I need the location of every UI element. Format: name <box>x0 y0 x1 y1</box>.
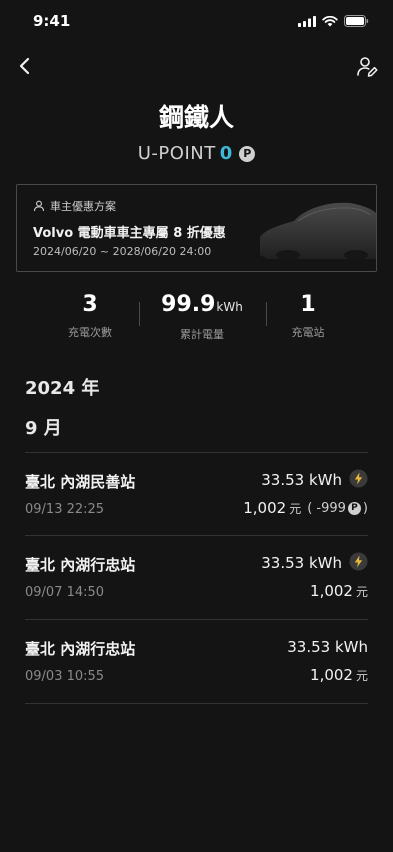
points-row: U-POINT 0 P <box>0 143 393 164</box>
list-divider <box>25 703 368 704</box>
record-time: 09/03 10:55 <box>25 669 105 684</box>
signal-icon <box>298 15 316 27</box>
status-time: 9:41 <box>33 12 71 30</box>
month-heading: 9 月 <box>25 418 62 439</box>
status-icons <box>298 15 369 27</box>
record-price: 1,002 元 ( -999 P ) <box>243 499 368 517</box>
user-icon <box>33 200 45 212</box>
status-bar: 9:41 <box>0 0 393 44</box>
record-price-value: 1,002 <box>310 666 353 684</box>
year-heading: 2024 年 <box>25 378 100 399</box>
stat-value: 3 <box>82 292 98 317</box>
record-price: 1,002 元 <box>310 582 368 600</box>
record-energy: 33.53 kWh <box>261 471 342 489</box>
promo-title: Volvo 電動車車主專屬 8 折優惠 <box>33 226 226 241</box>
stat-value: 99.9 <box>161 292 216 317</box>
stat-divider <box>139 302 140 326</box>
promo-header: 車主優惠方案 <box>33 198 116 214</box>
points-badge-icon: P <box>239 145 256 162</box>
record-price-value: 1,002 <box>243 499 287 517</box>
discount-value: ( -999 <box>307 500 346 516</box>
stat-total-energy: 99.9kWh 累計電量 <box>147 292 257 342</box>
charging-record[interactable]: 臺北 內湖民善站 09/13 22:25 33.53 kWh 1,002 元 (… <box>25 452 368 536</box>
fast-charge-bolt-icon <box>349 552 368 571</box>
record-station: 臺北 內湖行忠站 <box>25 640 136 658</box>
record-energy: 33.53 kWh <box>261 554 342 572</box>
record-points-discount: ( -999 P ) <box>307 501 368 516</box>
record-price-unit: 元 <box>355 584 368 599</box>
stat-label: 充電次數 <box>68 326 112 339</box>
record-energy: 33.53 kWh <box>287 638 368 656</box>
stat-unit: kWh <box>216 300 243 314</box>
stat-station-count: 1 充電站 <box>253 292 363 340</box>
stat-value: 1 <box>300 292 316 317</box>
charging-stats: 3 充電次數 99.9kWh 累計電量 1 充電站 <box>0 292 393 342</box>
car-image <box>260 202 376 260</box>
discount-close: ) <box>362 500 368 516</box>
record-time: 09/07 14:50 <box>25 585 105 600</box>
promo-header-label: 車主優惠方案 <box>50 200 116 213</box>
charging-record[interactable]: 臺北 內湖行忠站 09/03 10:55 33.53 kWh 1,002 元 <box>25 619 368 703</box>
wifi-icon <box>322 15 338 26</box>
user-name: 鋼鐵人 <box>158 103 234 132</box>
stat-label: 充電站 <box>291 326 325 339</box>
charging-record[interactable]: 臺北 內湖行忠站 09/07 14:50 33.53 kWh 1,002 元 <box>25 535 368 619</box>
points-value: 0 <box>219 143 233 164</box>
points-badge-icon: P <box>347 501 361 515</box>
battery-icon <box>344 15 369 27</box>
points-label: U-POINT <box>137 143 216 164</box>
edit-profile-icon[interactable] <box>355 55 379 79</box>
record-price-unit: 元 <box>355 668 368 683</box>
promo-dates: 2024/06/20 ~ 2028/06/20 24:00 <box>33 245 212 258</box>
record-price: 1,002 元 <box>310 666 368 684</box>
promo-card[interactable]: 車主優惠方案 Volvo 電動車車主專屬 8 折優惠 2024/06/20 ~ … <box>16 184 377 272</box>
record-price-value: 1,002 <box>310 582 353 600</box>
record-price-unit: 元 <box>289 501 302 516</box>
back-chevron-icon[interactable] <box>14 55 36 77</box>
record-time: 09/13 22:25 <box>25 502 105 517</box>
stat-charge-count: 3 充電次數 <box>35 292 145 340</box>
stat-label: 累計電量 <box>180 328 224 341</box>
record-station: 臺北 內湖民善站 <box>25 473 136 491</box>
fast-charge-bolt-icon <box>349 469 368 488</box>
record-station: 臺北 內湖行忠站 <box>25 556 136 574</box>
